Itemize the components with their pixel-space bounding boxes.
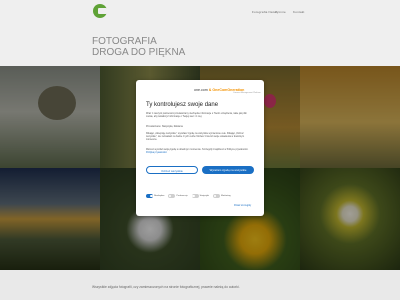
site-logo[interactable] xyxy=(93,4,107,18)
consent-option-marketing[interactable]: Marketing xyxy=(213,194,231,198)
privacy-policy-link[interactable]: Polityka prywatności xyxy=(146,152,167,154)
header-bar: Fotografia Natury O mnie Kontakt FOTOGRA… xyxy=(0,0,400,66)
consent-option-preferencje[interactable]: Preferencje xyxy=(168,194,188,198)
consent-option-niezbedne[interactable]: Niezbędne xyxy=(146,194,164,198)
consent-paragraph-1: Wraz z naszymi partnerami przetwarzamy n… xyxy=(146,113,247,118)
accept-all-button[interactable]: Wyrażam zgodę na wszystkie xyxy=(202,166,254,174)
toggle-switch-icon[interactable] xyxy=(146,194,153,198)
consent-dialog: one.com & OneComOneration Consent Manage… xyxy=(136,80,264,216)
consent-brand-tagline: Consent Management Platform xyxy=(233,92,261,94)
consent-paragraph-2: Przetwarzanie: Statystyka, Reklama xyxy=(146,126,183,128)
footer-text: Wszystkie zdjęcia fotografii, czy zamies… xyxy=(92,285,240,289)
nav-item-o-mnie[interactable]: O mnie xyxy=(275,10,286,14)
toggle-switch-icon[interactable] xyxy=(213,194,221,198)
toggle-switch-icon[interactable] xyxy=(191,194,199,198)
consent-paragraph-3: Klikając „Akceptuję wszystkie”, wyrażasz… xyxy=(146,133,245,141)
consent-option-label: Niezbędne xyxy=(154,195,165,197)
hero-title-line-1: FOTOGRAFIA xyxy=(92,36,157,47)
toggle-switch-icon[interactable] xyxy=(168,194,176,198)
consent-option-label: Marketing xyxy=(221,195,231,197)
nav-item-kontakt[interactable]: Kontakt xyxy=(293,10,305,14)
consent-options: Niezbędne Preferencje Statystyki Marketi… xyxy=(146,192,231,200)
consent-option-label: Statystyki xyxy=(199,195,210,197)
consent-paragraph-4-text: Możesz wycofać swoją zgodę w dowolnym mo… xyxy=(146,149,249,151)
consent-paragraph-4: Możesz wycofać swoją zgodę w dowolnym mo… xyxy=(146,149,254,155)
show-details-link[interactable]: Pokaż szczegóły xyxy=(234,205,251,207)
consent-brand-name: one.com xyxy=(194,88,208,92)
hero-title: FOTOGRAFIA DROGA DO PIĘKNA xyxy=(92,36,185,58)
reject-all-button[interactable]: Odrzuć wszystkie xyxy=(146,166,198,174)
consent-option-statystyki[interactable]: Statystyki xyxy=(191,194,210,198)
consent-title: Ty kontrolujesz swoje dane xyxy=(146,102,219,108)
consent-option-label: Preferencje xyxy=(176,195,188,197)
hero-title-line-2: DROGA DO PIĘKNA xyxy=(92,47,186,58)
